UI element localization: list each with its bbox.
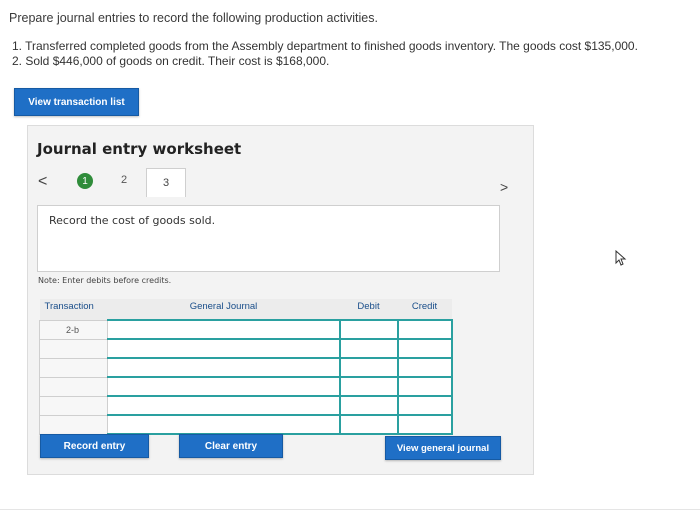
transaction-cell (39, 338, 108, 359)
account-cell[interactable] (107, 319, 341, 340)
description-text: Record the cost of goods sold. (49, 214, 216, 227)
table-row (39, 338, 453, 359)
table-row (39, 357, 453, 378)
journal-table: Transaction General Journal Debit Credit… (39, 299, 453, 435)
transaction-cell (39, 357, 108, 378)
note-text: Note: Enter debits before credits. (38, 276, 172, 285)
credit-cell[interactable] (397, 376, 453, 397)
account-cell[interactable] (107, 376, 341, 397)
step-3-tab[interactable]: 3 (146, 168, 186, 197)
view-transaction-list-button[interactable]: View transaction list (14, 88, 139, 116)
pointer-cursor-icon (615, 249, 627, 269)
debit-cell[interactable] (339, 395, 399, 416)
activity-1: 1. Transferred completed goods from the … (12, 39, 638, 53)
transaction-cell: 2-b (39, 319, 108, 340)
account-cell[interactable] (107, 338, 341, 359)
credit-cell[interactable] (397, 395, 453, 416)
debit-cell[interactable] (339, 357, 399, 378)
step-2-tab[interactable]: 2 (121, 174, 127, 186)
account-cell[interactable] (107, 414, 341, 435)
account-cell[interactable] (107, 395, 341, 416)
header-general-journal: General Journal (107, 299, 340, 321)
credit-cell[interactable] (397, 338, 453, 359)
worksheet-title: Journal entry worksheet (37, 140, 242, 158)
activity-2: 2. Sold $446,000 of goods on credit. The… (12, 54, 330, 68)
divider (0, 509, 700, 510)
account-cell[interactable] (107, 357, 341, 378)
credit-cell[interactable] (397, 357, 453, 378)
header-transaction: Transaction (39, 299, 108, 321)
debit-cell[interactable] (339, 414, 399, 435)
next-arrow-icon[interactable]: > (500, 179, 508, 195)
step-1-tab[interactable]: 1 (77, 173, 93, 189)
activity-list: 1. Transferred completed goods from the … (12, 39, 638, 69)
debit-cell[interactable] (339, 319, 399, 340)
description-panel: Record the cost of goods sold. (37, 205, 500, 272)
view-general-journal-button[interactable]: View general journal (385, 436, 501, 460)
header-debit: Debit (339, 299, 398, 321)
transaction-cell (39, 395, 108, 416)
table-row (39, 395, 453, 416)
transaction-cell (39, 414, 108, 435)
header-credit: Credit (397, 299, 452, 321)
table-row: 2-b (39, 319, 453, 340)
debit-cell[interactable] (339, 376, 399, 397)
intro-text: Prepare journal entries to record the fo… (9, 11, 378, 25)
transaction-cell (39, 376, 108, 397)
clear-entry-button[interactable]: Clear entry (179, 434, 283, 458)
table-row (39, 376, 453, 397)
credit-cell[interactable] (397, 319, 453, 340)
credit-cell[interactable] (397, 414, 453, 435)
record-entry-button[interactable]: Record entry (40, 434, 149, 458)
debit-cell[interactable] (339, 338, 399, 359)
prev-arrow-icon[interactable]: < (38, 173, 47, 191)
table-row (39, 414, 453, 435)
journal-entry-worksheet: Journal entry worksheet < 1 2 3 > Record… (27, 125, 534, 475)
